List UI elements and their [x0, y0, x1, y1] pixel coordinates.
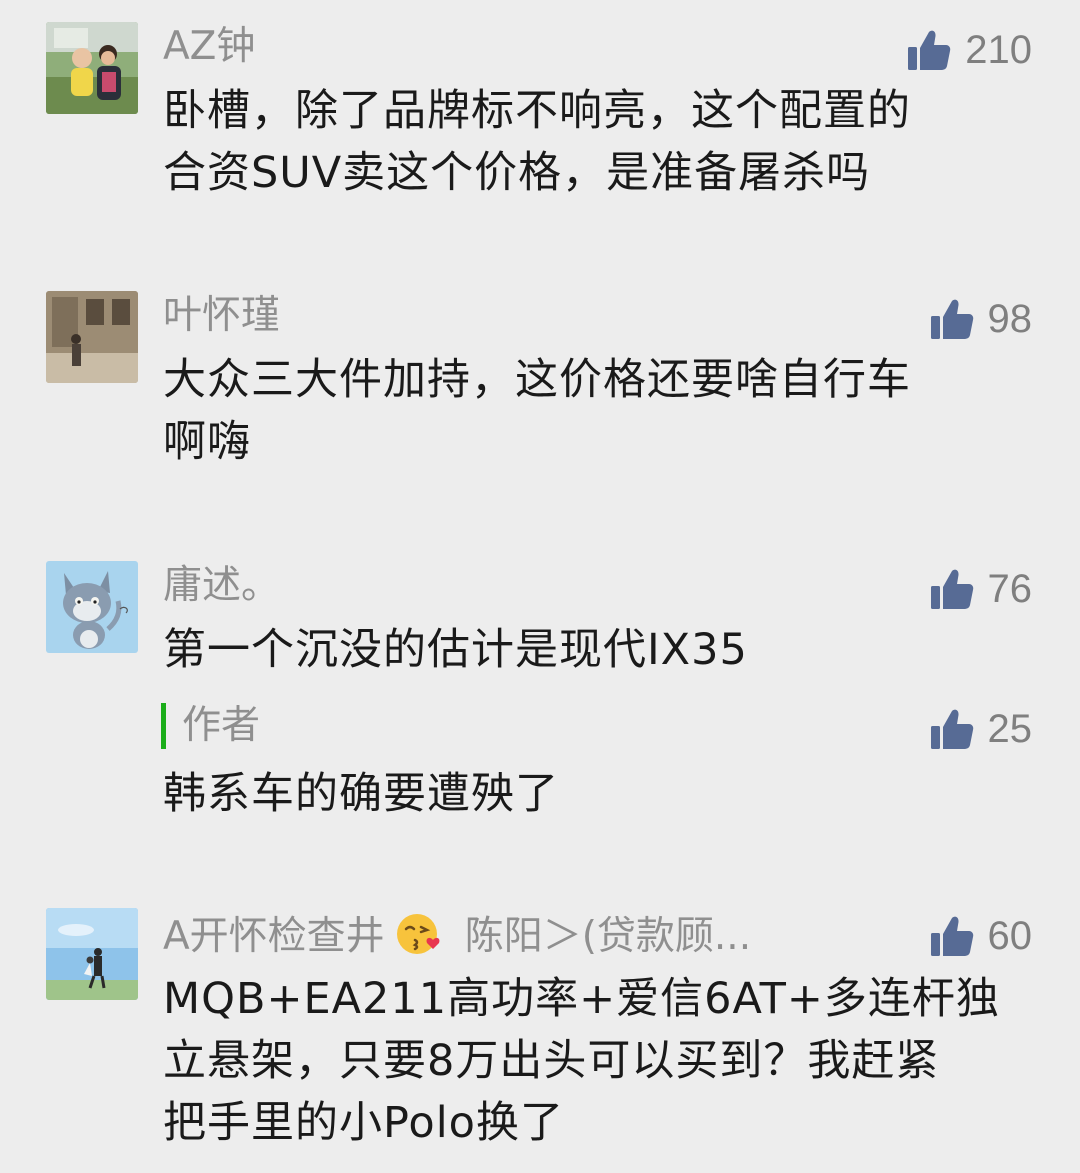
- comment-item: 庸述。 76 第一个沉没的估计是现代IX35 作者 25 韩系车的确要遭殃了: [0, 561, 1080, 831]
- like-count: 25: [987, 707, 1033, 751]
- thumbs-up-icon: [930, 569, 973, 609]
- comment-text-line: 立悬架，只要8万出头可以买到？我赶紧: [163, 1036, 940, 1086]
- comment-text-line: 第一个沉没的估计是现代IX35: [163, 625, 748, 675]
- comment-text: 卧槽，除了品牌标不响亮，这个配置的 合资SUV卖这个价格，是准备屠杀吗: [163, 80, 1033, 204]
- commenter-name[interactable]: 庸述。: [163, 563, 280, 609]
- like-count: 98: [987, 297, 1033, 341]
- kissing-face-emoji-icon: [396, 914, 440, 954]
- author-reply-text: 韩系车的确要遭殃了: [163, 769, 559, 819]
- thumbs-up-icon: [908, 30, 951, 70]
- comment-text-line: 啊嗨: [163, 417, 251, 467]
- like-count: 60: [987, 914, 1033, 958]
- author-reply: 作者 25 韩系车的确要遭殃了: [0, 703, 1080, 831]
- comment-text-line: 大众三大件加持，这价格还要啥自行车: [163, 355, 911, 405]
- thumbs-up-icon: [930, 299, 973, 339]
- avatar[interactable]: [46, 22, 138, 114]
- avatar[interactable]: [46, 291, 138, 383]
- like-count: 76: [987, 567, 1033, 611]
- like-count: 210: [965, 28, 1032, 72]
- comment-item: 叶怀瑾 98 大众三大件加持，这价格还要啥自行车 啊嗨: [0, 291, 1080, 491]
- comment-text: MQB+EA211高功率+爱信6AT+多连杆独 立悬架，只要8万出头可以买到？我…: [163, 968, 1033, 1154]
- commenter-name[interactable]: 叶怀瑾: [163, 293, 280, 339]
- like-button[interactable]: 210: [907, 26, 1032, 74]
- comment-text: 第一个沉没的估计是现代IX35: [163, 619, 1033, 681]
- thumbs-up-icon: [930, 709, 973, 749]
- thumbs-up-icon: [930, 916, 973, 956]
- commenter-name[interactable]: AZ钟: [163, 24, 255, 70]
- author-reply-label: 作者: [161, 703, 260, 749]
- comment-text-line: MQB+EA211高功率+爱信6AT+多连杆独: [163, 974, 1000, 1024]
- comment-text-line: 合资SUV卖这个价格，是准备屠杀吗: [163, 148, 871, 198]
- avatar[interactable]: [46, 908, 138, 1000]
- comment-item: AZ钟 210 卧槽，除了品牌标不响亮，这个配置的 合资SUV卖这个价格，是准备…: [0, 22, 1080, 222]
- like-button[interactable]: 25: [930, 705, 1033, 753]
- commenter-name-text: A开怀检查井: [163, 914, 385, 959]
- commenter-name[interactable]: A开怀检查井 陈阳＞(贷款顾...: [163, 910, 751, 960]
- like-button[interactable]: 76: [930, 565, 1033, 613]
- like-button[interactable]: 60: [930, 912, 1033, 960]
- comment-text-line: 卧槽，除了品牌标不响亮，这个配置的: [163, 86, 911, 136]
- comment-text: 大众三大件加持，这价格还要啥自行车 啊嗨: [163, 349, 1033, 473]
- avatar[interactable]: [46, 561, 138, 653]
- like-button[interactable]: 98: [930, 295, 1033, 343]
- comment-item: A开怀检查井 陈阳＞(贷款顾... 60 MQB+EA211高功率+爱信6AT+…: [0, 908, 1080, 1168]
- commenter-name-extra: 陈阳＞(贷款顾...: [464, 914, 752, 959]
- comment-text-line: 把手里的小Polo换了: [163, 1098, 564, 1148]
